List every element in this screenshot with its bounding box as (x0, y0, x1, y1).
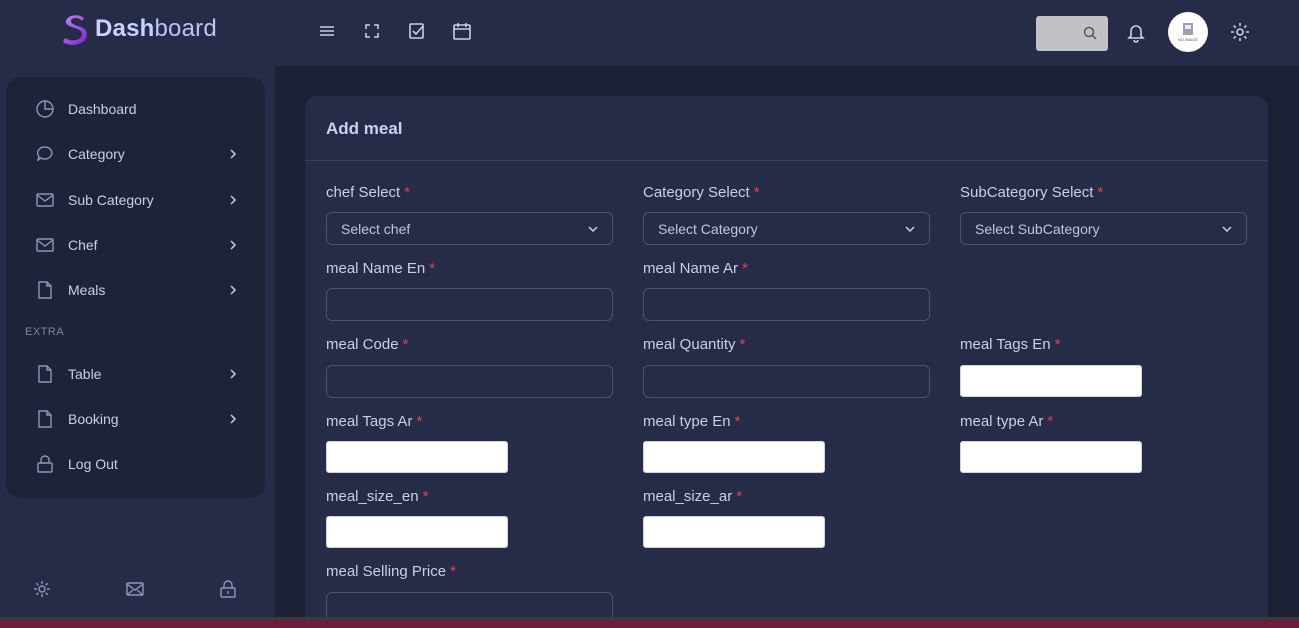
subcategory-select[interactable]: Select SubCategory (960, 212, 1247, 245)
sidebar-item-meals[interactable]: Meals (6, 270, 265, 310)
search-icon[interactable] (1083, 26, 1098, 41)
meal-quantity-label: meal Quantity * (643, 336, 746, 353)
subcategory-select-label: SubCategory Select * (960, 184, 1104, 201)
meal-size-ar-label: meal_size_ar * (643, 488, 743, 505)
chevron-down-icon (588, 225, 598, 232)
meal-type-en-input[interactable] (643, 441, 825, 473)
envelope-icon[interactable] (125, 579, 145, 599)
meal-code-input[interactable] (326, 365, 613, 398)
page-title: Add meal (326, 119, 403, 138)
sidebar-item-log-out[interactable]: Log Out (6, 444, 265, 484)
sidebar-item-category[interactable]: Category (6, 134, 265, 174)
meal-name-en-input[interactable] (326, 288, 613, 321)
meal-size-ar-input[interactable] (643, 516, 825, 548)
sidebar-item-label: Booking (68, 411, 119, 427)
meal-quantity-input[interactable] (643, 365, 930, 398)
sidebar-item-label: Category (68, 146, 125, 162)
pie-chart-icon (36, 100, 54, 118)
category-select-value: Select Category (658, 220, 758, 237)
subcategory-select-value: Select SubCategory (975, 220, 1100, 237)
chevron-down-icon (905, 225, 915, 232)
chevron-right-icon (230, 149, 237, 159)
lock-icon (37, 455, 53, 473)
brand-name: Dashboard (95, 15, 217, 42)
meal-type-ar-label: meal type Ar * (960, 413, 1054, 430)
meal-name-ar-label: meal Name Ar * (643, 260, 748, 277)
chef-select[interactable]: Select chef (326, 212, 613, 245)
meal-type-ar-input[interactable] (960, 441, 1142, 473)
divider (305, 160, 1268, 161)
taskbar-strip (0, 620, 1299, 628)
sidebar-item-label: Chef (68, 237, 98, 253)
checkbox-icon[interactable] (406, 20, 428, 42)
search-input[interactable] (1036, 16, 1108, 51)
sidebar: Dashboard Category Sub Category Chef Mea… (6, 77, 265, 498)
category-select-label: Category Select * (643, 184, 760, 201)
file-icon (38, 281, 52, 299)
chevron-down-icon (1222, 225, 1232, 232)
sidebar-item-label: Log Out (68, 456, 118, 472)
meal-selling-price-label: meal Selling Price * (326, 563, 456, 580)
chef-select-value: Select chef (341, 220, 411, 237)
chevron-right-icon (230, 369, 237, 379)
meal-name-ar-input[interactable] (643, 288, 930, 321)
sidebar-item-label: Meals (68, 282, 106, 298)
avatar-label: NO IMAGE (1177, 37, 1198, 42)
meal-type-en-label: meal type En * (643, 413, 741, 430)
sidebar-item-chef[interactable]: Chef (6, 225, 265, 265)
meal-tags-ar-input[interactable] (326, 441, 508, 473)
sidebar-item-label: Dashboard (68, 101, 137, 117)
sidebar-item-booking[interactable]: Booking (6, 399, 265, 439)
image-placeholder-icon (1183, 23, 1193, 35)
menu-icon[interactable] (316, 20, 338, 42)
top-bar: Dashboard NO IMAGE (0, 0, 1299, 66)
file-icon (38, 365, 52, 383)
brand-logo-icon (63, 15, 88, 45)
chevron-right-icon (230, 414, 237, 424)
gear-icon[interactable] (32, 579, 52, 599)
meal-tags-en-input[interactable] (960, 365, 1142, 397)
meal-tags-en-label: meal Tags En * (960, 336, 1061, 353)
chef-select-label: chef Select * (326, 184, 411, 201)
file-icon (38, 410, 52, 428)
category-select[interactable]: Select Category (643, 212, 930, 245)
bell-icon[interactable] (1125, 21, 1147, 43)
avatar[interactable]: NO IMAGE (1168, 12, 1208, 52)
meal-tags-ar-label: meal Tags Ar * (326, 413, 423, 430)
envelope-icon (36, 238, 54, 252)
chevron-right-icon (230, 285, 237, 295)
chevron-right-icon (230, 195, 237, 205)
calendar-icon[interactable] (451, 20, 473, 42)
section-label-extra: EXTRA (25, 326, 65, 338)
chevron-right-icon (230, 240, 237, 250)
meal-size-en-input[interactable] (326, 516, 508, 548)
lock-icon[interactable] (218, 579, 238, 599)
sidebar-item-label: Sub Category (68, 192, 154, 208)
sidebar-item-label: Table (68, 366, 102, 382)
chat-bubble-icon (36, 146, 53, 162)
sidebar-item-table[interactable]: Table (6, 354, 265, 394)
sidebar-item-sub-category[interactable]: Sub Category (6, 180, 265, 220)
meal-size-en-label: meal_size_en * (326, 488, 429, 505)
fullscreen-icon[interactable] (361, 20, 383, 42)
add-meal-card: Add meal chef Select * Select chef Catego… (305, 96, 1268, 628)
envelope-icon (36, 193, 54, 207)
meal-code-label: meal Code * (326, 336, 409, 353)
sidebar-item-dashboard[interactable]: Dashboard (6, 89, 265, 129)
meal-name-en-label: meal Name En * (326, 260, 436, 277)
gear-icon[interactable] (1229, 21, 1251, 43)
brand[interactable]: Dashboard (60, 12, 217, 46)
